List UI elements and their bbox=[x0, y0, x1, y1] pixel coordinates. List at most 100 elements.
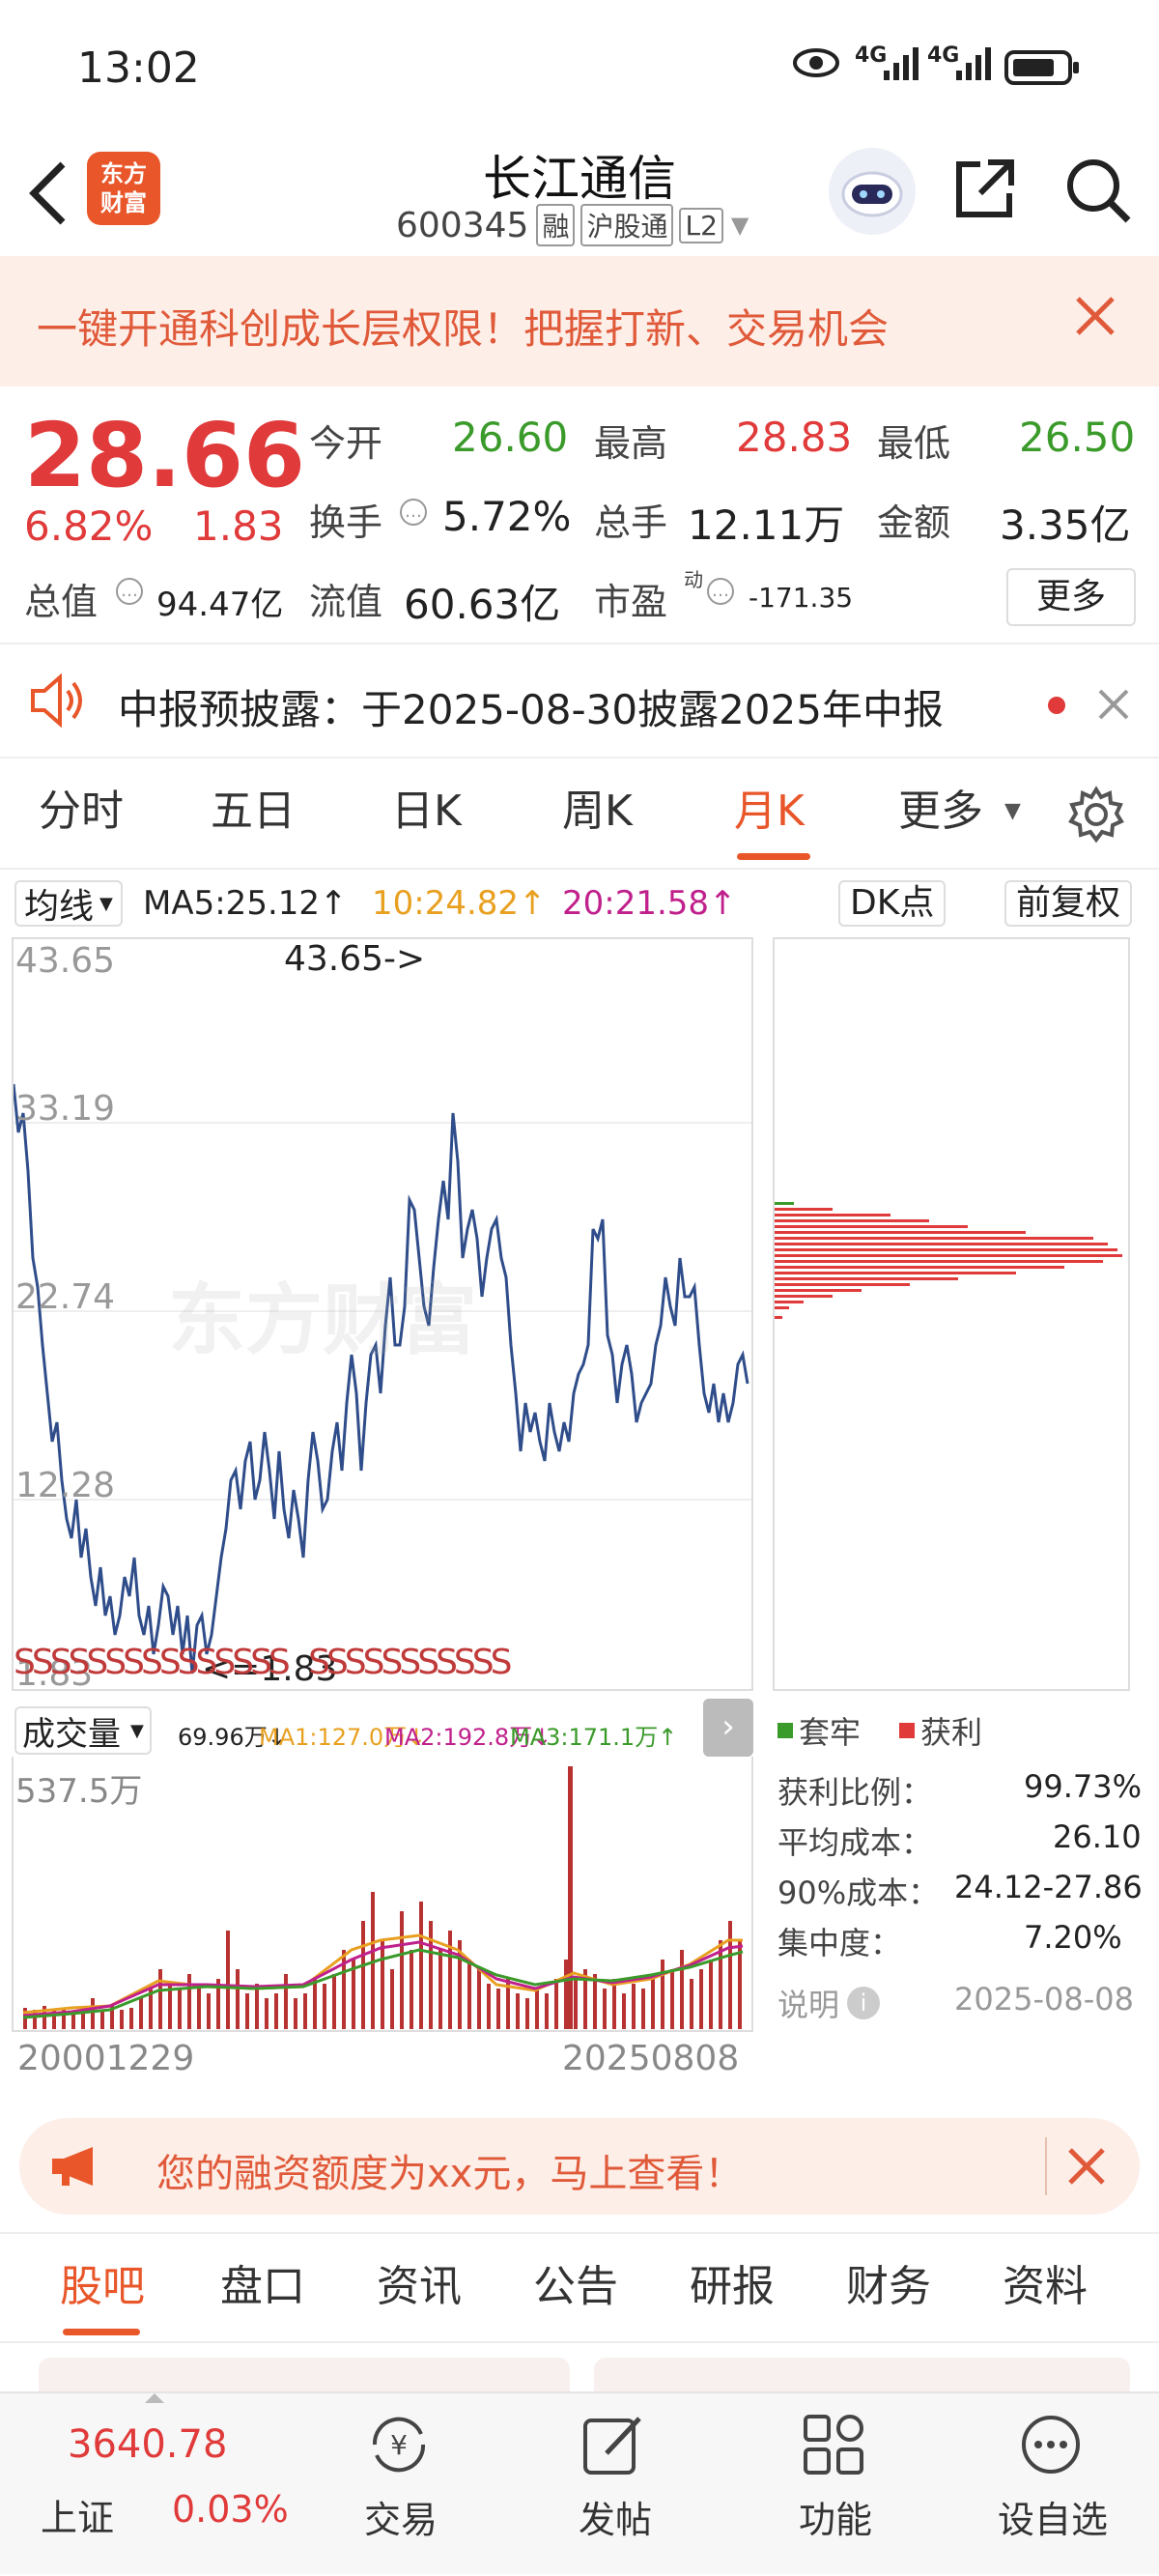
watermark: 东方财富 bbox=[168, 1275, 477, 1365]
collapse-caret-icon[interactable] bbox=[145, 2393, 164, 2403]
content-card[interactable] bbox=[39, 2358, 570, 2396]
expand-panel-button[interactable]: › bbox=[703, 1699, 753, 1757]
turnover-label: 换手 bbox=[309, 501, 383, 544]
chevron-down-icon: ▼ bbox=[130, 1720, 144, 1741]
tab-more[interactable]: 更多 bbox=[898, 758, 983, 865]
y-tick-label: 12.28 bbox=[15, 1466, 116, 1505]
status-time: 13:02 bbox=[77, 43, 200, 93]
report-notice[interactable]: 中报预披露：于2025-08-30披露2025年中报 bbox=[0, 643, 1159, 758]
cost90-label: 90%成本： bbox=[777, 1875, 940, 1911]
index-name: 上证 bbox=[41, 2497, 115, 2539]
chip-note-link[interactable]: 说明 i bbox=[777, 1981, 881, 2025]
signal-icon: 4G bbox=[855, 43, 932, 92]
float-label: 流值 bbox=[309, 581, 383, 623]
kline-chart[interactable]: 东方财富 43.65 33.19 22.74 12.28 1.83 43.65-… bbox=[12, 937, 753, 1694]
mcap-value: 94.47亿 bbox=[156, 586, 284, 624]
low-label: 最低 bbox=[877, 422, 951, 465]
pe-label: 市盈 bbox=[594, 581, 668, 623]
close-icon[interactable] bbox=[1074, 295, 1117, 341]
promo-text: 您的融资额度为xx元，马上查看！ bbox=[156, 2152, 744, 2196]
float-value: 60.63亿 bbox=[404, 581, 561, 628]
profit-ratio-value: 99.73% bbox=[1024, 1768, 1143, 1805]
profit-ratio-label: 获利比例： bbox=[777, 1774, 933, 1811]
index-change: 0.03% bbox=[172, 2488, 289, 2531]
search-icon[interactable] bbox=[1062, 155, 1132, 228]
close-icon[interactable] bbox=[1067, 2147, 1106, 2190]
turnover-value: 5.72% bbox=[442, 493, 572, 540]
add-watchlist-button[interactable]: 设自选 bbox=[956, 2393, 1149, 2576]
tab-intraday[interactable]: 分时 bbox=[39, 758, 124, 865]
last-price: 28.66 bbox=[24, 404, 306, 507]
quote-panel: 28.66 6.82% 1.83 今开 26.60 最高 28.83 最低 26… bbox=[0, 386, 1159, 643]
tab-finance[interactable]: 财务 bbox=[846, 2234, 931, 2340]
volume-value: 12.11万 bbox=[688, 501, 845, 549]
info-icon[interactable]: … bbox=[707, 578, 734, 605]
chip-legend: 套牢 获利 bbox=[777, 1708, 982, 1753]
volume-label: 总手 bbox=[594, 501, 668, 544]
edit-icon bbox=[580, 2411, 647, 2478]
note-label: 说明 bbox=[777, 1987, 840, 2023]
functions-button[interactable]: 功能 bbox=[739, 2393, 932, 2576]
notice-text: 中报预披露：于2025-08-30披露2025年中报 bbox=[118, 686, 944, 733]
change-pct: 6.82% bbox=[24, 502, 154, 550]
tab-profile[interactable]: 资料 bbox=[1003, 2234, 1088, 2340]
ma20-value: 20:21.58↑ bbox=[562, 884, 737, 923]
ma5-value: MA5:25.12↑ bbox=[143, 884, 348, 923]
avg-cost-label: 平均成本： bbox=[777, 1824, 933, 1861]
tab-order-book[interactable]: 盘口 bbox=[220, 2234, 305, 2340]
volume-selector-label: 成交量 bbox=[22, 1714, 121, 1754]
grid-icon bbox=[800, 2411, 867, 2478]
tab-monthly-k[interactable]: 月K bbox=[734, 758, 805, 865]
period-tabs: 分时 五日 日K 周K 月K 更多 ▼ bbox=[0, 758, 1159, 870]
dk-point-button[interactable]: DK点 bbox=[838, 880, 947, 927]
robot-assistant-icon[interactable] bbox=[829, 148, 916, 235]
cost90-value: 24.12-27.86 bbox=[954, 1869, 1143, 1905]
tab-research[interactable]: 研报 bbox=[690, 2234, 775, 2340]
post-label: 发帖 bbox=[578, 2499, 652, 2541]
more-quote-button[interactable]: 更多 bbox=[1006, 568, 1136, 626]
stock-code-row[interactable]: 600345 融 沪股通 L2 ▼ bbox=[396, 204, 749, 246]
trade-button[interactable]: ¥ 交易 bbox=[304, 2393, 497, 2576]
tab-daily-k[interactable]: 日K bbox=[391, 758, 462, 865]
y-tick-label: 43.65 bbox=[15, 941, 116, 981]
index-value: 3640.78 bbox=[68, 2422, 228, 2467]
chip-distribution-chart[interactable] bbox=[773, 937, 1130, 1691]
gear-icon[interactable] bbox=[1067, 786, 1125, 847]
volume-indicator-selector[interactable]: 成交量 ▼ bbox=[14, 1706, 152, 1755]
post-button[interactable]: 发帖 bbox=[519, 2393, 712, 2576]
tab-weekly-k[interactable]: 周K bbox=[562, 758, 633, 865]
signal-icon: 4G bbox=[927, 43, 1004, 92]
open-value: 26.60 bbox=[452, 414, 569, 461]
pe-value: -171.35 bbox=[749, 582, 854, 614]
tab-guba[interactable]: 股吧 bbox=[60, 2234, 145, 2340]
pe-dynamic-tag: 动 bbox=[684, 568, 703, 591]
stock-code: 600345 bbox=[396, 205, 529, 245]
y-tick-label: 33.19 bbox=[15, 1089, 116, 1129]
close-icon[interactable] bbox=[1097, 688, 1130, 725]
tab-five-day[interactable]: 五日 bbox=[211, 758, 296, 865]
adjust-mode-button[interactable]: 前复权 bbox=[1004, 880, 1133, 927]
volume-ma3: MA3:171.1万↑ bbox=[510, 1724, 678, 1751]
margin-promo-banner[interactable]: 您的融资额度为xx元，马上查看！ bbox=[19, 2118, 1140, 2215]
open-label: 今开 bbox=[309, 422, 383, 465]
amount-value: 3.35亿 bbox=[1000, 501, 1131, 549]
share-icon[interactable] bbox=[951, 155, 1019, 226]
tab-announcements[interactable]: 公告 bbox=[533, 2234, 618, 2340]
info-icon[interactable]: … bbox=[400, 499, 427, 526]
volume-chart[interactable]: 537.5万 bbox=[12, 1757, 753, 2032]
functions-label: 功能 bbox=[798, 2499, 872, 2541]
content-tabs: 股吧 盘口 资讯 公告 研报 财务 资料 bbox=[0, 2232, 1159, 2343]
tab-news[interactable]: 资讯 bbox=[377, 2234, 462, 2340]
x-start-date: 20001229 bbox=[17, 2039, 195, 2078]
bottom-toolbar: 3640.78 上证 0.03% ¥ 交易 发帖 功能 设自选 bbox=[0, 2391, 1159, 2574]
x-end-date: 20250808 bbox=[562, 2039, 740, 2078]
unread-dot bbox=[1048, 697, 1065, 714]
ma-selector[interactable]: 均线 ▼ bbox=[14, 880, 123, 927]
promo-banner[interactable]: 一键开通科创成长层权限！把握打新、交易机会 bbox=[0, 256, 1159, 386]
y-tick-label: 22.74 bbox=[15, 1277, 116, 1317]
status-bar: 13:02 4G 4G bbox=[0, 0, 1159, 140]
info-icon[interactable]: … bbox=[116, 578, 143, 605]
trade-label: 交易 bbox=[363, 2499, 438, 2541]
eye-icon bbox=[792, 46, 840, 77]
content-card[interactable] bbox=[594, 2358, 1130, 2396]
